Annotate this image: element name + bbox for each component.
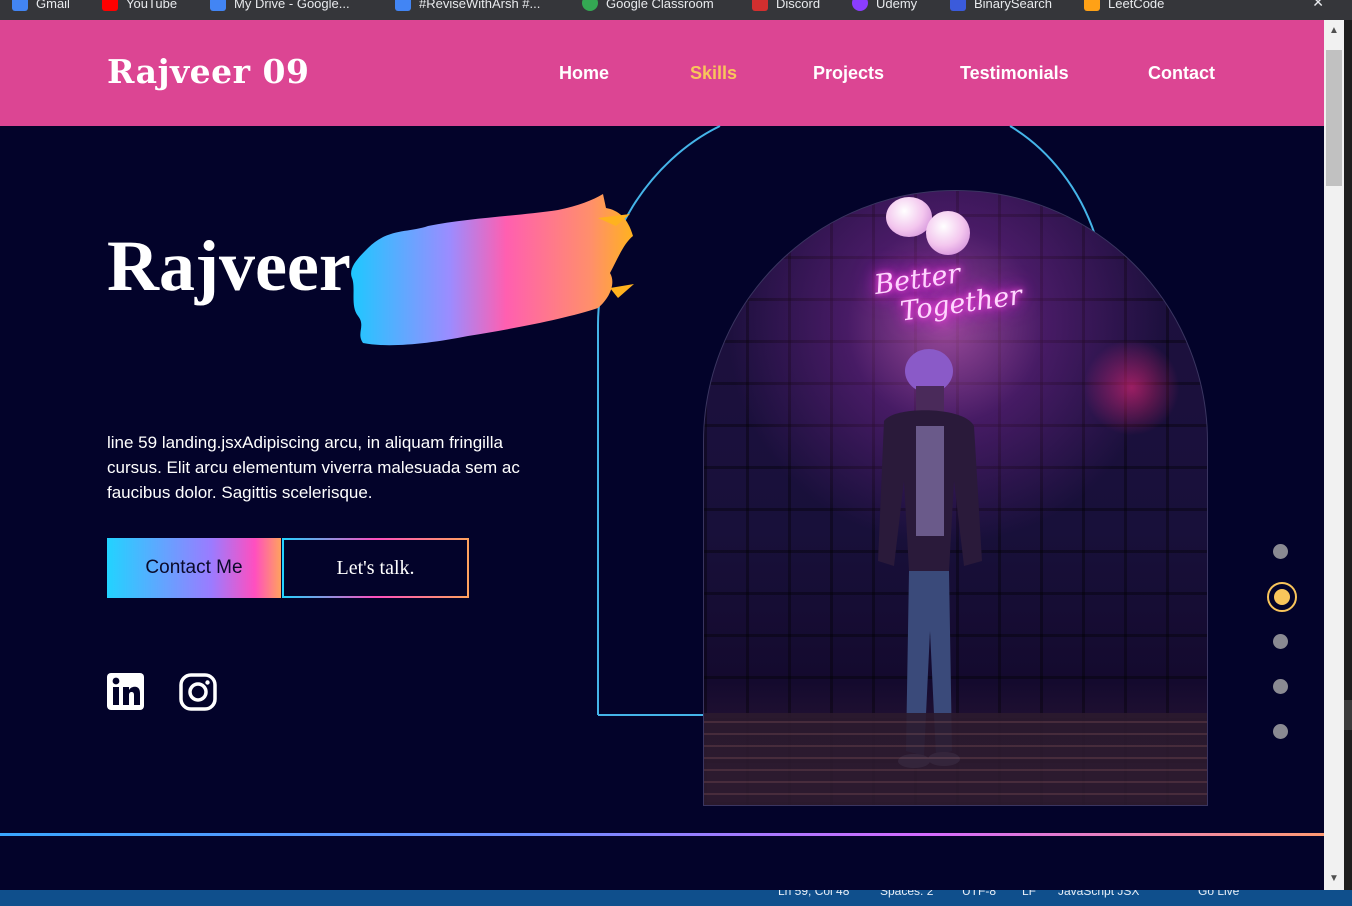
photo-floor bbox=[704, 713, 1207, 805]
bookmark-discord[interactable]: Discord bbox=[752, 0, 820, 13]
bookmark-drive[interactable]: My Drive - Google... bbox=[210, 0, 350, 13]
status-indent[interactable]: Spaces: 2 bbox=[880, 890, 933, 898]
status-encoding[interactable]: UTF-8 bbox=[962, 890, 996, 898]
site-header: Rajveer 09 Home Skills Projects Testimon… bbox=[0, 20, 1324, 126]
nav-projects[interactable]: Projects bbox=[813, 63, 884, 84]
photo-neon-sign: Better Together bbox=[872, 251, 1024, 331]
scroll-up-arrow-icon[interactable]: ▲ bbox=[1324, 20, 1344, 40]
udemy-icon bbox=[852, 0, 868, 11]
linkedin-icon[interactable] bbox=[107, 672, 145, 712]
section-divider bbox=[0, 833, 1324, 836]
bookmark-gmail[interactable]: Gmail bbox=[12, 0, 70, 13]
photo-lamp bbox=[926, 211, 970, 255]
bookmark-udemy[interactable]: Udemy bbox=[852, 0, 917, 13]
nav-testimonials[interactable]: Testimonials bbox=[960, 63, 1069, 84]
bookmark-classroom[interactable]: Google Classroom bbox=[582, 0, 714, 13]
drive-icon bbox=[210, 0, 226, 11]
nav-home[interactable]: Home bbox=[559, 63, 609, 84]
leetcode-icon bbox=[1084, 0, 1100, 11]
binarysearch-icon bbox=[950, 0, 966, 11]
status-cursor-position[interactable]: Ln 59, Col 48 bbox=[778, 890, 849, 898]
page-viewport: Rajveer 09 Home Skills Projects Testimon… bbox=[0, 20, 1324, 890]
section-dot-2-active[interactable] bbox=[1267, 582, 1297, 612]
bookmark-leetcode[interactable]: LeetCode bbox=[1084, 0, 1164, 13]
youtube-icon bbox=[102, 0, 118, 11]
status-eol[interactable]: LF bbox=[1022, 890, 1036, 898]
brush-stroke-decoration bbox=[351, 194, 634, 346]
hero-description: line 59 landing.jsxAdipiscing arcu, in a… bbox=[107, 433, 520, 502]
nav-contact[interactable]: Contact bbox=[1148, 63, 1215, 84]
status-go-live[interactable]: Go Live bbox=[1198, 890, 1239, 898]
bookmark-youtube[interactable]: YouTube bbox=[102, 0, 177, 13]
section-dot-1[interactable] bbox=[1273, 544, 1288, 559]
section-dot-5[interactable] bbox=[1273, 724, 1288, 739]
bookmark-revise[interactable]: #ReviseWithArsh #... bbox=[395, 0, 540, 13]
profile-photo: Better Together bbox=[703, 190, 1208, 806]
editor-status-bar: Ln 59, Col 48 Spaces: 2 UTF-8 LF JavaScr… bbox=[0, 890, 1352, 906]
bookmarks-bar: Gmail YouTube My Drive - Google... #Revi… bbox=[0, 0, 1352, 20]
contact-me-button[interactable]: Contact Me bbox=[107, 538, 281, 598]
discord-icon bbox=[752, 0, 768, 11]
page-scrollbar[interactable]: ▲ ▼ bbox=[1324, 20, 1344, 890]
scroll-thumb[interactable] bbox=[1326, 50, 1342, 186]
hero-name: Rajveer bbox=[107, 226, 351, 306]
section-dot-3[interactable] bbox=[1273, 634, 1288, 649]
lets-talk-button[interactable]: Let's talk. bbox=[282, 538, 469, 598]
classroom-icon bbox=[582, 0, 598, 11]
site-logo[interactable]: Rajveer 09 bbox=[107, 52, 309, 91]
instagram-icon[interactable] bbox=[179, 672, 217, 712]
close-icon[interactable]: ✕ bbox=[1312, 0, 1324, 11]
status-language[interactable]: JavaScript JSX bbox=[1058, 890, 1139, 898]
section-dot-4[interactable] bbox=[1273, 679, 1288, 694]
gmail-icon bbox=[12, 0, 28, 11]
bookmark-binarysearch[interactable]: BinarySearch bbox=[950, 0, 1052, 13]
scroll-down-arrow-icon[interactable]: ▼ bbox=[1324, 870, 1344, 890]
doc-icon bbox=[395, 0, 411, 11]
nav-skills[interactable]: Skills bbox=[690, 63, 737, 84]
window-edge bbox=[1344, 20, 1352, 906]
